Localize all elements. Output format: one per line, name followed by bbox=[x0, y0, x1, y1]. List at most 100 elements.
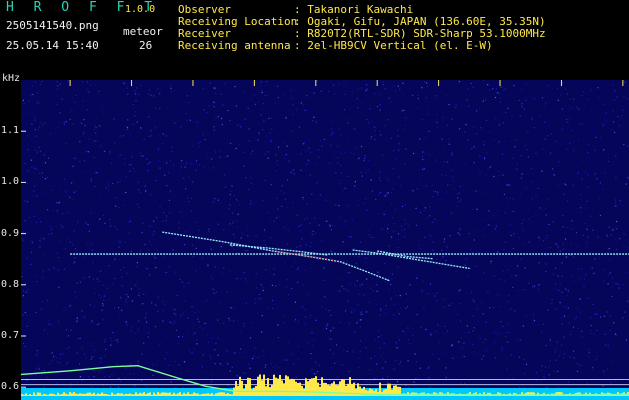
noise-speck bbox=[65, 121, 67, 123]
noise-speck bbox=[199, 326, 201, 328]
noise-speck bbox=[172, 322, 174, 324]
noise-speck bbox=[75, 295, 77, 297]
noise-speck bbox=[434, 295, 436, 297]
noise-speck bbox=[190, 197, 192, 199]
noise-speck bbox=[214, 349, 216, 351]
noise-speck bbox=[391, 192, 393, 194]
noise-speck bbox=[513, 219, 515, 222]
noise-speck bbox=[318, 149, 320, 151]
noise-speck bbox=[391, 203, 393, 206]
noise-speck bbox=[513, 325, 515, 327]
noise-speck bbox=[109, 221, 111, 223]
noise-speck bbox=[390, 298, 392, 300]
noise-speck bbox=[31, 85, 33, 87]
noise-speck bbox=[515, 275, 517, 277]
noise-speck bbox=[252, 310, 254, 312]
noise-speck bbox=[88, 230, 90, 232]
noise-speck bbox=[99, 362, 101, 364]
noise-speck bbox=[335, 172, 337, 174]
noise-speck bbox=[397, 233, 400, 235]
noise-speck bbox=[156, 250, 158, 252]
noise-speck bbox=[185, 113, 187, 115]
noise-speck bbox=[111, 101, 113, 103]
noise-speck bbox=[35, 368, 37, 370]
noise-speck bbox=[191, 244, 194, 246]
noise-speck bbox=[42, 124, 44, 126]
noise-speck bbox=[471, 291, 473, 294]
noise-speck bbox=[338, 290, 340, 292]
noise-speck bbox=[450, 169, 452, 172]
noise-speck bbox=[263, 239, 265, 241]
amplitude-bar bbox=[193, 392, 195, 396]
amplitude-bar bbox=[93, 392, 95, 396]
noise-speck bbox=[549, 339, 551, 341]
noise-speck bbox=[549, 360, 551, 362]
noise-speck bbox=[302, 199, 304, 201]
noise-speck bbox=[517, 289, 519, 291]
noise-speck bbox=[512, 286, 514, 288]
noise-speck bbox=[538, 288, 540, 290]
noise-speck bbox=[233, 307, 235, 309]
noise-speck bbox=[142, 222, 144, 224]
noise-speck bbox=[397, 266, 399, 268]
noise-speck bbox=[323, 267, 325, 269]
amplitude-bar bbox=[313, 378, 315, 396]
noise-speck bbox=[154, 326, 157, 328]
noise-speck bbox=[386, 313, 388, 315]
noise-speck bbox=[250, 153, 252, 155]
amplitude-bar bbox=[77, 394, 79, 396]
noise-speck bbox=[490, 262, 492, 264]
noise-speck bbox=[36, 195, 38, 197]
noise-speck bbox=[441, 249, 443, 251]
noise-speck bbox=[594, 173, 597, 175]
noise-speck bbox=[297, 345, 299, 347]
noise-speck bbox=[252, 357, 254, 360]
noise-speck bbox=[402, 330, 404, 332]
amplitude-bar bbox=[177, 393, 179, 396]
noise-speck bbox=[424, 152, 426, 154]
noise-speck bbox=[498, 93, 500, 95]
noise-speck bbox=[320, 239, 322, 241]
noise-speck bbox=[325, 220, 327, 222]
noise-speck bbox=[496, 294, 498, 296]
amplitude-bar bbox=[65, 393, 67, 396]
noise-speck bbox=[507, 323, 509, 325]
noise-speck bbox=[184, 166, 186, 168]
noise-speck bbox=[335, 204, 337, 206]
noise-speck bbox=[543, 148, 545, 150]
noise-speck bbox=[441, 185, 444, 187]
amplitude-bar bbox=[113, 394, 115, 396]
noise-speck bbox=[510, 234, 512, 237]
noise-speck bbox=[291, 288, 293, 290]
noise-speck bbox=[288, 341, 290, 343]
noise-speck bbox=[505, 335, 507, 337]
noise-speck bbox=[371, 190, 373, 192]
amplitude-bar bbox=[53, 394, 55, 396]
noise-speck bbox=[286, 228, 288, 231]
noise-speck bbox=[482, 141, 485, 143]
noise-speck bbox=[319, 194, 321, 196]
noise-speck bbox=[574, 318, 576, 320]
noise-speck bbox=[273, 220, 275, 222]
noise-speck bbox=[96, 140, 98, 142]
noise-speck bbox=[586, 242, 588, 244]
amplitude-bar bbox=[143, 392, 145, 396]
noise-speck bbox=[56, 305, 58, 307]
noise-speck bbox=[214, 266, 216, 269]
noise-speck bbox=[473, 146, 475, 148]
noise-speck bbox=[614, 333, 617, 335]
noise-speck bbox=[483, 192, 485, 194]
noise-speck bbox=[98, 323, 100, 325]
noise-speck bbox=[208, 230, 210, 233]
noise-speck bbox=[126, 87, 128, 89]
noise-speck bbox=[199, 311, 201, 313]
noise-speck bbox=[215, 291, 217, 293]
noise-speck bbox=[602, 81, 604, 83]
noise-speck bbox=[482, 313, 484, 315]
noise-speck bbox=[602, 280, 605, 282]
noise-speck bbox=[181, 163, 183, 165]
noise-speck bbox=[215, 236, 217, 238]
noise-speck bbox=[173, 194, 175, 196]
noise-speck bbox=[385, 305, 387, 307]
noise-speck bbox=[503, 265, 505, 267]
